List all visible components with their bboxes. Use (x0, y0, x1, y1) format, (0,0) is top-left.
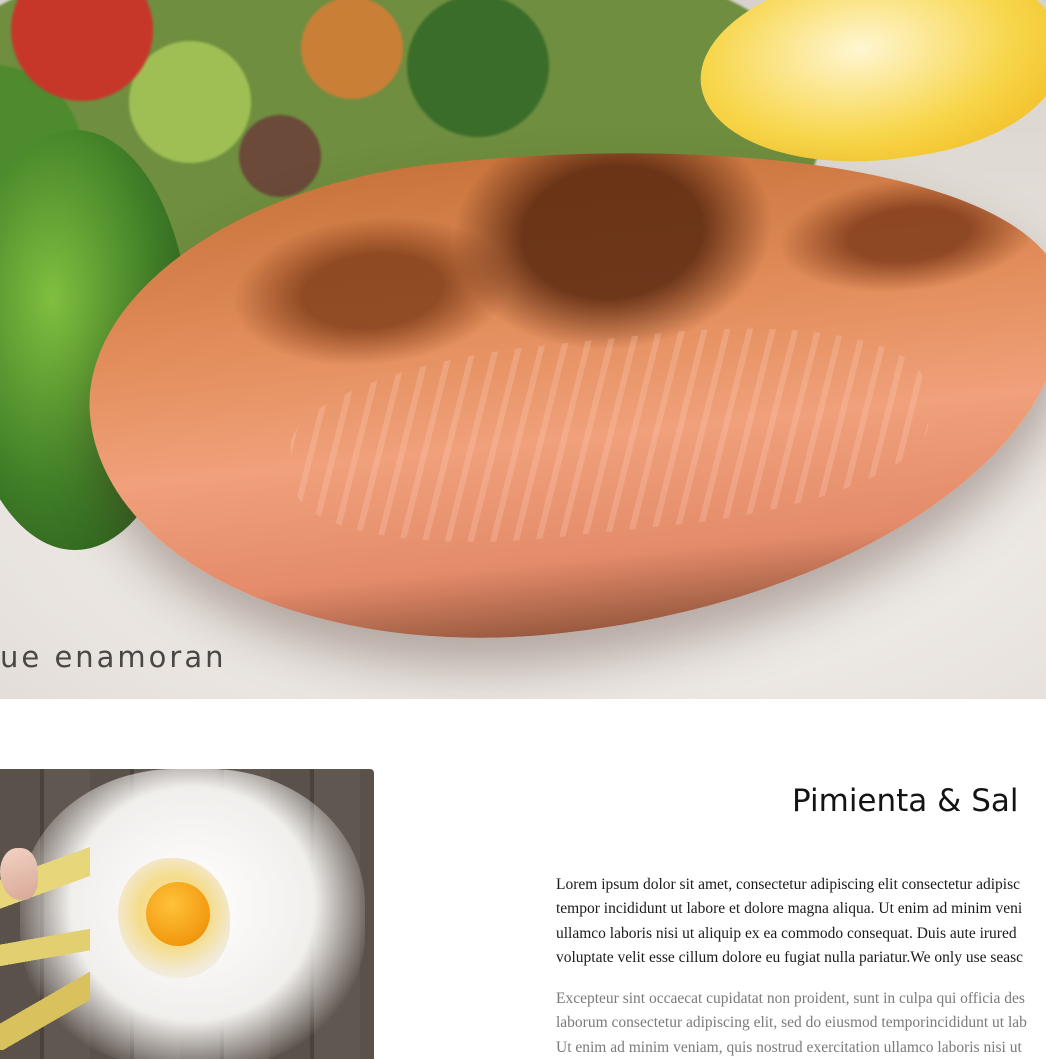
about-paragraph-2: Excepteur sint occaecat cupidatat non pr… (556, 987, 1046, 1060)
about-paragraph-1: Lorem ipsum dolor sit amet, consectetur … (556, 873, 1046, 970)
paragraph-line: Excepteur sint occaecat cupidatat non pr… (556, 990, 1025, 1007)
paragraph-line: Ut enim ad minim veniam, quis nostrud ex… (556, 1038, 1022, 1056)
paragraph-line: tempor incididunt ut labore et dolore ma… (556, 900, 1023, 918)
hero-banner: ue enamoran (0, 0, 1046, 699)
paragraph-line: Lorem ipsum dolor sit amet, consectetur … (556, 876, 1021, 893)
hero-tagline: ue enamoran (0, 640, 227, 674)
egg-yolk-image (146, 882, 210, 946)
pasta-image (0, 800, 90, 1050)
paragraph-line: laborum consectetur adipiscing elit, sed… (556, 1014, 1027, 1032)
eggshell-image (0, 848, 38, 900)
section-title: Pimienta & Sal (792, 783, 1019, 819)
paragraph-line: ullamco laboris nisi ut aliquip ex ea co… (556, 924, 1017, 942)
paragraph-line: voluptate velit esse cillum dolore eu fu… (556, 948, 1024, 966)
